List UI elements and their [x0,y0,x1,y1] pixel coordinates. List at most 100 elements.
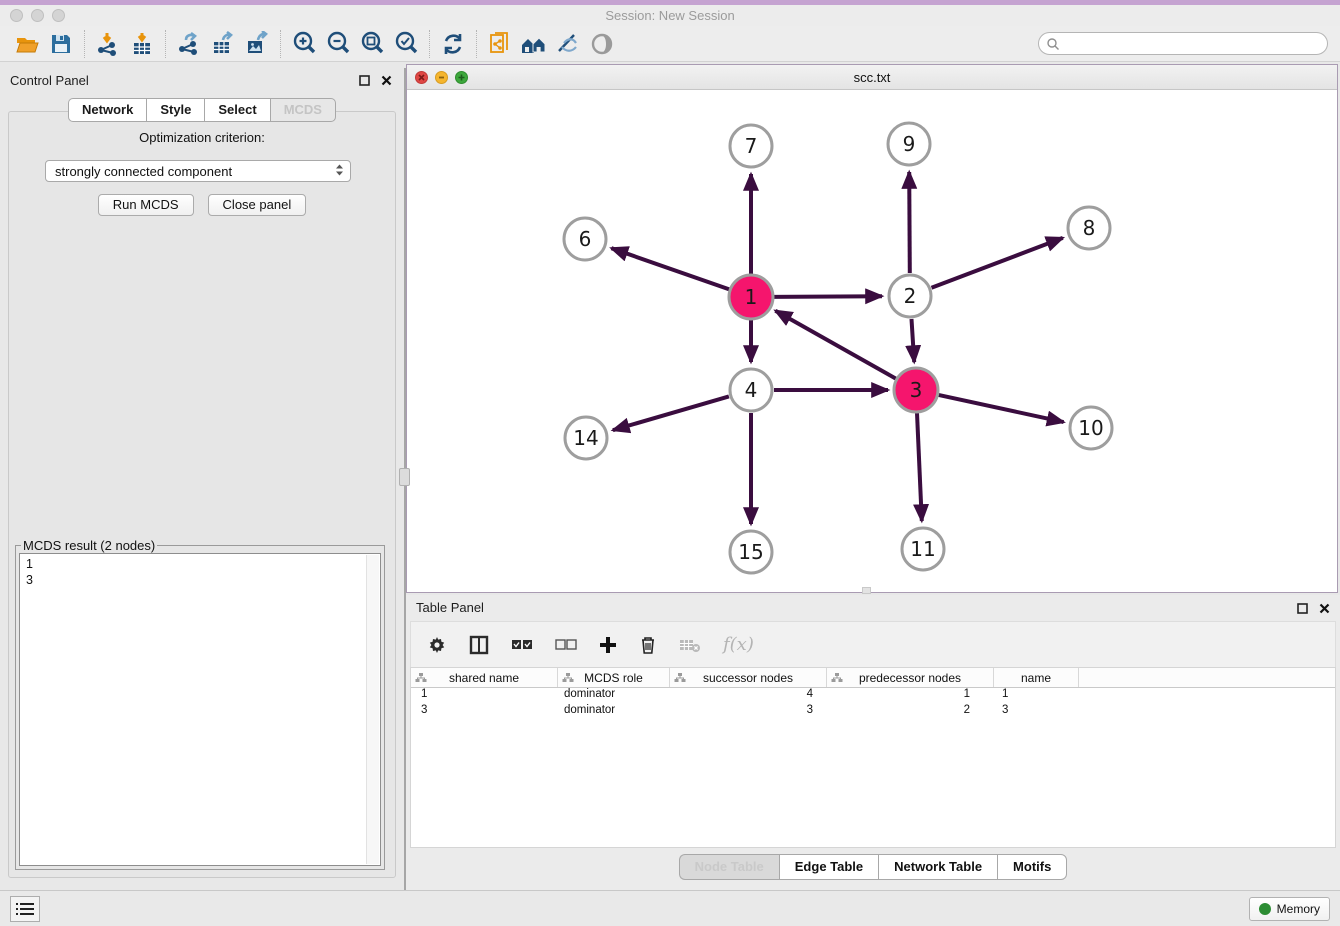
show-all-icon[interactable] [585,29,619,59]
graph-node-label-9: 9 [903,132,916,156]
network-window-titlebar[interactable]: scc.txt [407,65,1337,90]
tab-network-table[interactable]: Network Table [878,854,997,880]
window-titlebar: Session: New Session [0,5,1340,26]
graph-node-label-10: 10 [1078,416,1103,440]
import-table-icon[interactable] [125,29,159,59]
delete-table-icon[interactable] [679,637,701,653]
table-options-icon[interactable] [427,635,447,655]
tab-node-table[interactable]: Node Table [679,854,779,880]
run-mcds-button[interactable]: Run MCDS [98,194,194,216]
criterion-selected-value: strongly connected component [55,164,232,179]
table-cell[interactable]: 1 [411,688,558,704]
result-line: 3 [26,572,380,588]
graph-edge-1-2[interactable] [774,296,882,297]
splitter-handle[interactable] [399,468,410,486]
export-image-icon[interactable] [240,29,274,59]
table-row[interactable]: 3dominator323 [411,704,1335,720]
column-header-predecessor-nodes[interactable]: predecessor nodes [827,668,994,687]
tab-edge-table[interactable]: Edge Table [779,854,878,880]
column-header-mcds-role[interactable]: MCDS role [558,668,670,687]
clone-network-icon[interactable] [483,29,517,59]
table-cell[interactable]: 4 [670,688,827,704]
toolbar-separator [165,30,166,58]
close-panel-icon[interactable] [378,72,394,88]
graph-edge-2-3[interactable] [912,319,915,362]
memory-status-icon [1259,903,1271,915]
float-panel-icon[interactable] [356,72,372,88]
canvas-resize-handle[interactable] [862,587,871,594]
sort-icon [415,672,427,684]
table-toolbar: f(x) [410,621,1336,667]
optimization-criterion-label: Optimization criterion: [9,130,395,145]
table-header-row: shared name MCDS role successor nodes pr… [411,668,1335,688]
search-box[interactable] [1038,32,1328,55]
column-header-name[interactable]: name [994,668,1079,687]
tab-select[interactable]: Select [204,98,269,122]
graph-edge-3-11[interactable] [917,413,922,521]
graph-edge-2-8[interactable] [932,238,1063,288]
zoom-out-icon[interactable] [321,29,355,59]
toolbar-separator [84,30,85,58]
control-panel-tabs: Network Style Select MCDS [0,98,404,122]
table-cell[interactable]: dominator [558,688,670,704]
export-network-icon[interactable] [172,29,206,59]
graph-edge-4-14[interactable] [613,396,729,430]
graph-edge-2-9[interactable] [909,172,910,273]
table-row[interactable]: 1dominator411 [411,688,1335,704]
main-toolbar [0,26,1340,62]
column-layout-icon[interactable] [469,635,489,655]
zoom-selected-icon[interactable] [389,29,423,59]
graph-edge-3-10[interactable] [939,395,1064,422]
table-cell[interactable]: dominator [558,704,670,720]
close-panel-button[interactable]: Close panel [208,194,307,216]
control-panel-header: Control Panel [0,68,404,92]
export-table-icon[interactable] [206,29,240,59]
status-bar: Memory [0,890,1340,926]
zoom-fit-icon[interactable] [355,29,389,59]
table-cell[interactable]: 1 [994,688,1079,704]
float-table-panel-icon[interactable] [1294,600,1310,616]
node-table[interactable]: shared name MCDS role successor nodes pr… [410,667,1336,848]
hide-selected-icon[interactable] [551,29,585,59]
search-input[interactable] [1064,37,1327,51]
table-panel: Table Panel [406,595,1340,890]
column-header-shared-name[interactable]: shared name [411,668,558,687]
table-cell[interactable]: 3 [670,704,827,720]
add-column-icon[interactable] [599,636,617,654]
import-network-icon[interactable] [91,29,125,59]
column-header-successor-nodes[interactable]: successor nodes [670,668,827,687]
close-table-panel-icon[interactable] [1316,600,1332,616]
network-graph[interactable]: 7968124314101511 [407,90,1337,592]
table-cell[interactable]: 3 [994,704,1079,720]
tab-motifs[interactable]: Motifs [997,854,1067,880]
delete-column-icon[interactable] [639,635,657,655]
criterion-select[interactable]: strongly connected component [45,160,351,182]
mcds-result-text[interactable]: 1 3 [19,553,381,866]
network-canvas[interactable]: 7968124314101511 [407,90,1337,592]
tab-network[interactable]: Network [68,98,146,122]
result-scrollbar[interactable] [366,555,379,864]
table-cell[interactable]: 3 [411,704,558,720]
memory-button[interactable]: Memory [1249,897,1330,921]
tab-mcds[interactable]: MCDS [270,98,336,122]
toolbar-separator [280,30,281,58]
open-file-icon[interactable] [10,29,44,59]
function-builder-icon[interactable]: f(x) [723,634,754,655]
graph-node-label-11: 11 [910,537,935,561]
zoom-in-icon[interactable] [287,29,321,59]
graph-edge-1-6[interactable] [611,248,729,289]
sort-icon [562,672,574,684]
search-icon [1046,37,1060,51]
save-session-icon[interactable] [44,29,78,59]
select-all-checkboxes-icon[interactable] [511,638,533,652]
table-cell[interactable]: 1 [827,688,994,704]
tab-style[interactable]: Style [146,98,204,122]
task-history-button[interactable] [10,896,40,922]
deselect-all-checkboxes-icon[interactable] [555,638,577,652]
first-neighbors-icon[interactable] [517,29,551,59]
table-body: 1dominator4113dominator323 [411,688,1335,720]
graph-edge-3-1[interactable] [775,311,896,379]
apply-layout-icon[interactable] [436,29,470,59]
memory-label: Memory [1277,902,1320,916]
table-cell[interactable]: 2 [827,704,994,720]
